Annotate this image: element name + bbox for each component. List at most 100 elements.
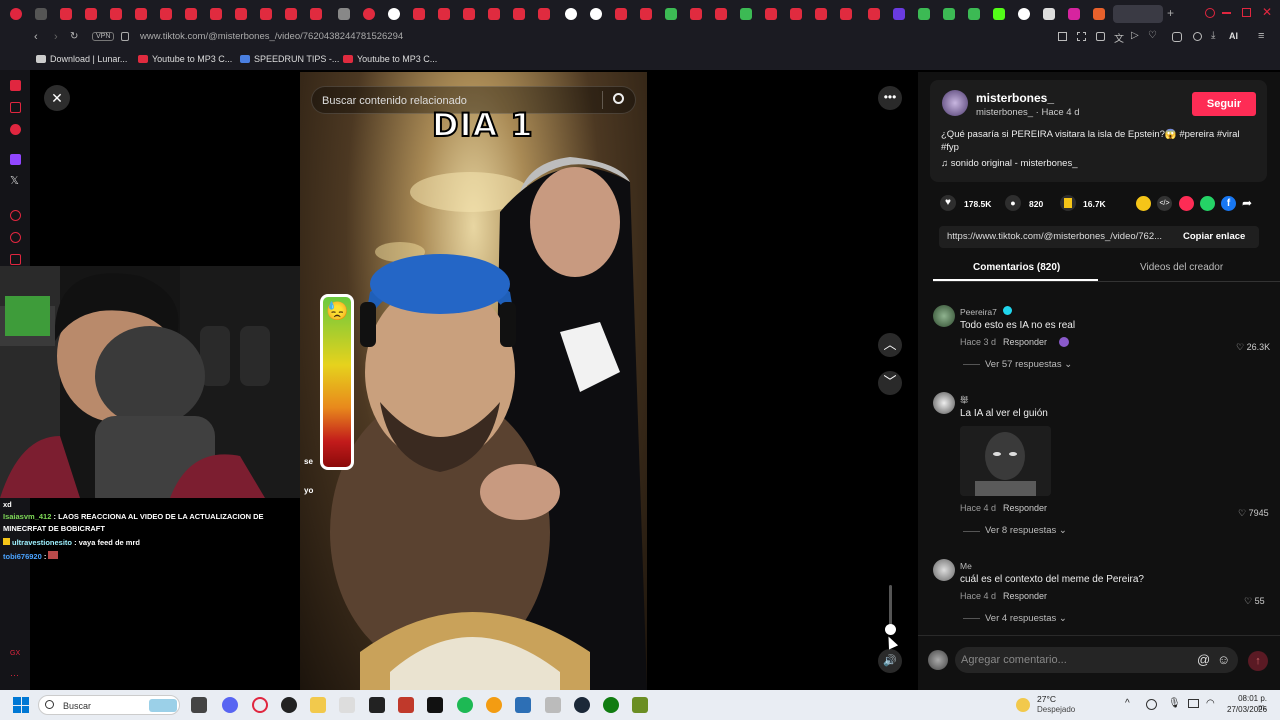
youtube-tab-icon[interactable] — [110, 8, 122, 20]
drive-tab-icon[interactable] — [943, 8, 955, 20]
comment-user[interactable]: Me — [960, 561, 972, 571]
gx-icon[interactable]: GX — [10, 650, 20, 657]
tab-comments[interactable]: Comentarios (820) — [973, 262, 1060, 273]
app-icon[interactable] — [398, 697, 414, 713]
youtube-tab-icon[interactable] — [640, 8, 652, 20]
taskbar-search[interactable]: Buscar — [38, 695, 180, 715]
video-player[interactable]: Buscar contenido relacionado DIA 1 😓 se … — [300, 72, 647, 690]
clock-icon[interactable] — [10, 210, 21, 221]
menu-icon[interactable]: ≡ — [1258, 30, 1264, 42]
facebook-icon[interactable]: f — [1221, 196, 1236, 211]
profile-icon[interactable] — [1193, 32, 1202, 41]
comment-image[interactable] — [960, 426, 1051, 496]
google-tab-icon[interactable] — [565, 8, 577, 20]
close-window-icon[interactable]: ✕ — [1262, 5, 1272, 19]
snapshot-icon[interactable] — [1077, 32, 1086, 41]
youtube-tab-icon[interactable] — [513, 8, 525, 20]
youtube-tab-icon[interactable] — [615, 8, 627, 20]
reload-icon[interactable]: ↻ — [70, 31, 78, 42]
youtube-tab-icon[interactable] — [765, 8, 777, 20]
more-icon[interactable]: ··· — [10, 670, 19, 680]
sidebar-icon[interactable] — [10, 124, 21, 135]
twitch-icon[interactable] — [10, 154, 21, 165]
opera-logo-icon[interactable] — [10, 8, 22, 20]
comment-like[interactable]: ♡ 26.3K — [1236, 337, 1270, 355]
google-tab-icon[interactable] — [590, 8, 602, 20]
video-link[interactable]: https://www.tiktok.com/@misterbones_/vid… — [947, 231, 1162, 242]
search-icon[interactable] — [613, 93, 624, 104]
sidebar-icon[interactable] — [10, 102, 21, 113]
xbox-icon[interactable] — [603, 697, 619, 713]
google-tab-icon[interactable] — [388, 8, 400, 20]
play-icon[interactable]: ▷ — [1131, 30, 1139, 41]
spotify-icon[interactable] — [457, 697, 473, 713]
youtube-tab-icon[interactable] — [260, 8, 272, 20]
download-icon[interactable]: ⤓ — [1211, 30, 1215, 41]
youtube-tab-icon[interactable] — [690, 8, 702, 20]
like-button[interactable]: ♥ — [940, 195, 956, 211]
translate-icon[interactable]: 文 — [1114, 30, 1124, 45]
reply-button[interactable]: Responder — [1003, 337, 1047, 347]
doc-tab-icon[interactable] — [1043, 8, 1055, 20]
opera-icon[interactable] — [252, 697, 268, 713]
reply-button[interactable]: Responder — [1003, 591, 1047, 601]
comment-user[interactable]: Peereira7 — [960, 307, 997, 317]
youtube-tab-icon[interactable] — [815, 8, 827, 20]
sidebar-icon[interactable] — [10, 80, 21, 91]
youtube-tab-icon[interactable] — [135, 8, 147, 20]
save-button[interactable] — [1060, 195, 1076, 211]
youtube-tab-icon[interactable] — [413, 8, 425, 20]
drive-tab-icon[interactable] — [968, 8, 980, 20]
youtube-tab-icon[interactable] — [790, 8, 802, 20]
back-icon[interactable]: ‹ — [34, 31, 38, 43]
tab-icon[interactable] — [35, 8, 47, 20]
forward-icon[interactable]: › — [54, 31, 58, 43]
youtube-tab-icon[interactable] — [60, 8, 72, 20]
view-replies-button[interactable]: Ver 8 respuestas ⌄ — [985, 525, 1067, 536]
coin-icon[interactable] — [1136, 196, 1151, 211]
youtube-tab-icon[interactable] — [185, 8, 197, 20]
tab-icon[interactable] — [1093, 8, 1105, 20]
minimize-icon[interactable] — [1222, 12, 1231, 14]
file-explorer-icon[interactable] — [310, 697, 326, 713]
bookmark-item[interactable]: SPEEDRUN TIPS -... — [240, 54, 339, 64]
volume-slider-handle[interactable] — [885, 624, 896, 635]
comment-user[interactable]: 舉 — [960, 394, 969, 406]
volume-button[interactable]: 🔊 — [878, 649, 902, 673]
h-tab-icon[interactable] — [868, 8, 880, 20]
shield-icon[interactable] — [1096, 32, 1105, 41]
emoji-icon[interactable]: ☺ — [1217, 652, 1230, 667]
send-icon[interactable] — [1179, 196, 1194, 211]
youtube-tab-icon[interactable] — [310, 8, 322, 20]
youtube-tab-icon[interactable] — [438, 8, 450, 20]
more-options-button[interactable]: ••• — [878, 86, 902, 110]
avatar[interactable] — [942, 90, 968, 116]
drive-tab-icon[interactable] — [665, 8, 677, 20]
app-icon[interactable] — [339, 697, 355, 713]
view-replies-button[interactable]: Ver 4 respuestas ⌄ — [985, 613, 1067, 624]
tab-icon[interactable] — [338, 8, 350, 20]
bookmark-item[interactable]: Download | Lunar... — [36, 54, 127, 64]
avatar[interactable] — [933, 559, 955, 581]
avatar[interactable] — [933, 392, 955, 414]
youtube-tab-icon[interactable] — [488, 8, 500, 20]
mention-icon[interactable]: @ — [1197, 652, 1210, 667]
youtube-tab-icon[interactable] — [235, 8, 247, 20]
capcut-icon[interactable] — [427, 697, 443, 713]
drive-tab-icon[interactable] — [918, 8, 930, 20]
tab-creator-videos[interactable]: Videos del creador — [1140, 262, 1223, 273]
ai-button[interactable]: AI — [1229, 31, 1238, 41]
weather-icon[interactable] — [1016, 698, 1030, 712]
google-tab-icon[interactable] — [1018, 8, 1030, 20]
youtube-tab-icon[interactable] — [715, 8, 727, 20]
kick-tab-icon[interactable] — [993, 8, 1005, 20]
bookmark-item[interactable]: Youtube to MP3 C... — [343, 54, 437, 64]
tray-icon[interactable] — [1146, 699, 1157, 710]
post-comment-button[interactable]: ↑ — [1248, 651, 1268, 671]
comment-input-box[interactable]: Agregar comentario... @ ☺ — [955, 647, 1238, 673]
minecraft-icon[interactable] — [632, 697, 648, 713]
twitch-tab-icon[interactable] — [893, 8, 905, 20]
share-icon[interactable]: ➦ — [1242, 196, 1252, 210]
reply-button[interactable]: Responder — [1003, 503, 1047, 513]
active-tab-tiktok[interactable] — [1113, 5, 1163, 23]
